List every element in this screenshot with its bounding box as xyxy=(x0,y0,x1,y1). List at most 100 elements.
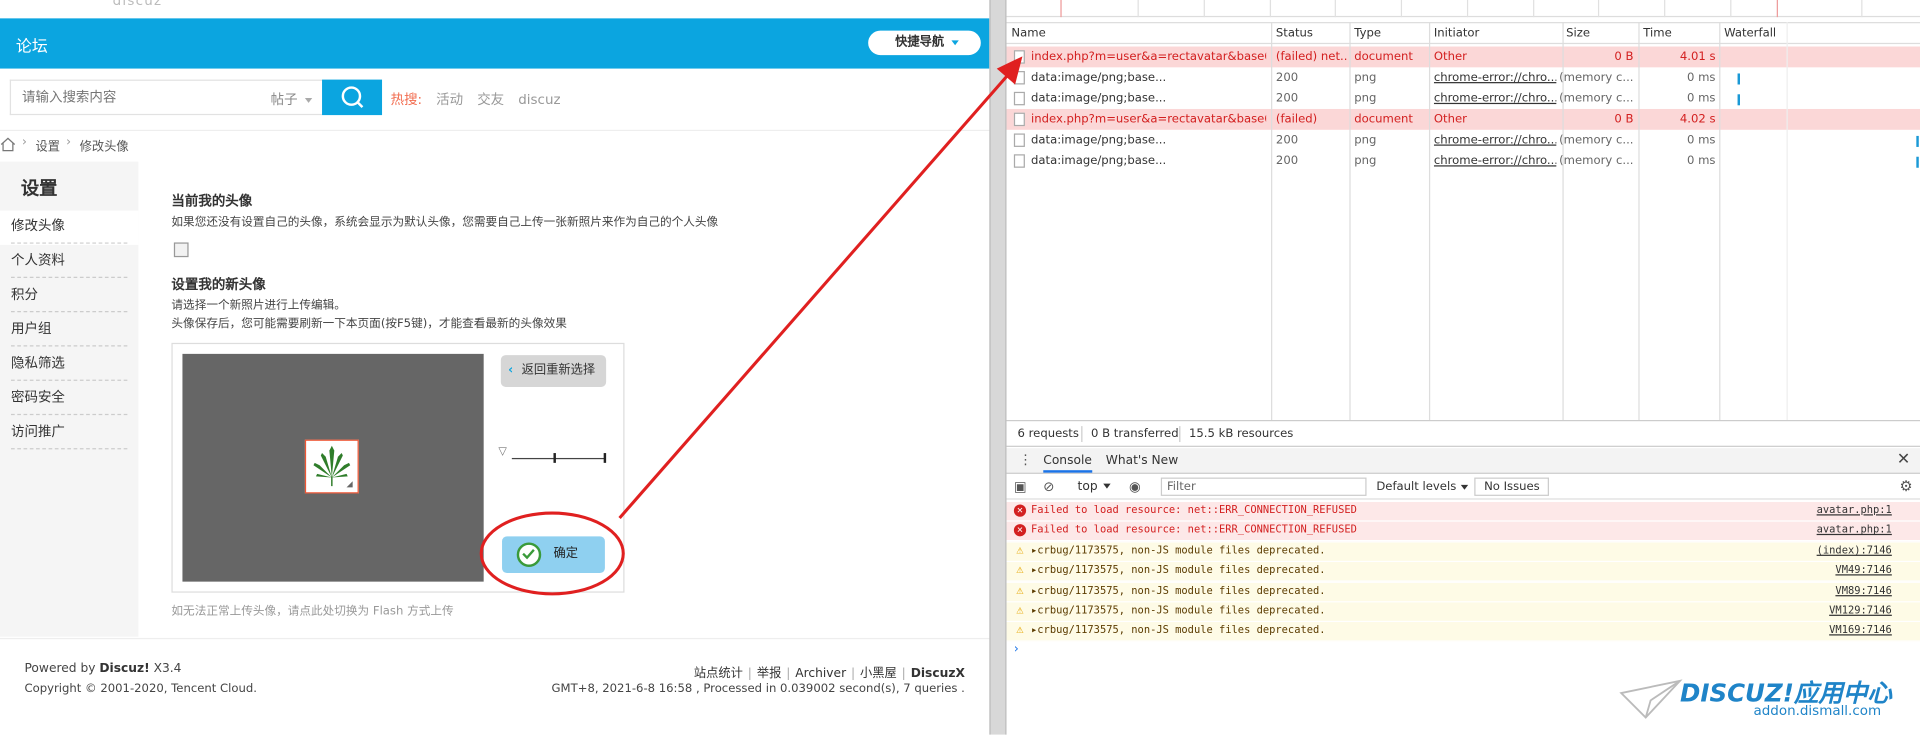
breadcrumb-item[interactable]: 设置 xyxy=(36,136,60,154)
issues-button[interactable]: No Issues xyxy=(1474,477,1550,496)
column-time[interactable]: Time xyxy=(1643,27,1671,40)
powered-by: Powered by Discuz! X3.4 xyxy=(24,662,181,675)
footer-links: 站点统计 | 举报 | Archiver | 小黑屋 | DiscuzX xyxy=(694,662,965,680)
crop-canvas[interactable] xyxy=(182,353,484,582)
search-button[interactable] xyxy=(322,79,383,116)
footer-link[interactable]: 举报 xyxy=(757,667,781,680)
request-initiator[interactable]: chrome-error://chro... xyxy=(1434,154,1556,167)
search-category-select[interactable]: 帖子 xyxy=(271,89,313,109)
request-time: 4.02 s xyxy=(1679,112,1716,127)
message-source-link[interactable]: VM89:7146 xyxy=(1835,585,1891,597)
footer-brand-link[interactable]: DiscuzX xyxy=(911,667,965,680)
timeline-gridline xyxy=(1533,0,1535,18)
network-request-row[interactable]: index.php?m=user&a=rectavatar&base64... (… xyxy=(1006,108,1920,130)
current-avatar-title: 当前我的头像 xyxy=(171,193,253,210)
resources-size: 15.5 kB resources xyxy=(1188,427,1294,441)
sidebar-item-usergroup[interactable]: 用户组 xyxy=(0,313,138,347)
message-source-link[interactable]: (index):7146 xyxy=(1817,545,1892,557)
hot-search-item[interactable]: discuz xyxy=(518,92,560,108)
powered-brand[interactable]: Discuz! xyxy=(99,662,149,675)
request-initiator[interactable]: chrome-error://chro... xyxy=(1434,133,1556,146)
column-name[interactable]: Name xyxy=(1011,27,1045,40)
footer-link[interactable]: 小黑屋 xyxy=(860,667,897,680)
footer-link[interactable]: Archiver xyxy=(795,667,846,680)
timeline-marker xyxy=(1776,0,1778,18)
column-waterfall[interactable]: Waterfall xyxy=(1724,27,1776,40)
sidebar-item-credits[interactable]: 积分 xyxy=(0,279,138,313)
quick-nav-button[interactable]: 快捷导航 xyxy=(868,30,981,56)
request-initiator[interactable]: chrome-error://chro... xyxy=(1434,71,1556,84)
panel-divider[interactable] xyxy=(989,0,1007,735)
request-name[interactable]: data:image/png;base... xyxy=(1031,154,1266,167)
breadcrumb-item[interactable]: 修改头像 xyxy=(80,136,129,154)
close-icon[interactable]: ✕ xyxy=(1897,451,1910,469)
console-prompt[interactable]: › xyxy=(1014,643,1019,656)
request-name[interactable]: data:image/png;base... xyxy=(1031,71,1266,84)
eye-icon[interactable]: ◉ xyxy=(1129,479,1141,495)
tab-whats-new[interactable]: What's New xyxy=(1106,454,1179,467)
new-avatar-note: 头像保存后，您可能需要刷新一下本页面(按F5键)，才能查看最新的头像效果 xyxy=(171,317,567,331)
message-source-link[interactable]: avatar.php:1 xyxy=(1817,504,1892,516)
network-request-row[interactable]: data:image/png;base... 200 png chrome-error… xyxy=(1007,88,1920,109)
sidebar-item-profile[interactable]: 个人资料 xyxy=(0,245,138,279)
message-source-link[interactable]: avatar.php:1 xyxy=(1817,525,1892,537)
request-status: 200 xyxy=(1275,133,1299,147)
request-initiator[interactable]: chrome-error://chro... xyxy=(1434,92,1556,105)
search-input[interactable] xyxy=(22,89,243,106)
slider-handle[interactable] xyxy=(553,453,557,463)
flash-upload-link[interactable]: 如无法正常上传头像，请点此处切换为 Flash 方式上传 xyxy=(171,601,453,618)
message-source-link[interactable]: VM49:7146 xyxy=(1835,565,1891,577)
chevron-right-icon: › xyxy=(66,135,72,150)
message-source-link[interactable]: VM129:7146 xyxy=(1829,605,1892,617)
more-icon[interactable]: ⋮ xyxy=(1019,452,1032,468)
sidebar-toggle-icon[interactable]: ▣ xyxy=(1014,479,1027,495)
screenshot-root: discuz 论坛 快捷导航 帖子 热搜: 活动 交友 discuz › 设置 … xyxy=(0,0,1920,735)
request-name[interactable]: index.php?m=user&a=rectavatar&base64... xyxy=(1031,113,1266,126)
clear-console-icon[interactable]: ⊘ xyxy=(1043,479,1054,495)
sidebar-item-privacy[interactable]: 隐私筛选 xyxy=(0,348,138,382)
console-filter-input[interactable]: Filter xyxy=(1160,477,1367,496)
column-type[interactable]: Type xyxy=(1354,27,1381,40)
console-message[interactable]: ✕ Failed to load resource: net::ERR_CONNE… xyxy=(1006,522,1920,542)
context-select[interactable]: top xyxy=(1078,480,1112,493)
waterfall-bar xyxy=(1737,94,1740,106)
confirm-button[interactable]: 确定 xyxy=(502,536,605,574)
console-message[interactable]: ⚠ ▸crbug/1173575, non-JS module files dep… xyxy=(1006,582,1920,602)
network-request-row[interactable]: index.php?m=user&a=rectavatar&base64... (… xyxy=(1006,46,1920,68)
topbar-title[interactable]: 论坛 xyxy=(16,33,48,56)
gear-icon[interactable]: ⚙ xyxy=(1899,478,1912,495)
sidebar-item-security[interactable]: 密码安全 xyxy=(0,382,138,416)
column-status[interactable]: Status xyxy=(1276,27,1313,40)
request-type: png xyxy=(1354,91,1377,106)
request-name[interactable]: index.php?m=user&a=rectavatar&base64... xyxy=(1031,50,1266,63)
home-icon[interactable] xyxy=(0,137,16,152)
console-message[interactable]: ⚠ ▸crbug/1173575, non-JS module files dep… xyxy=(1006,542,1920,562)
network-request-row[interactable]: data:image/png;base... 200 png chrome-error… xyxy=(1007,151,1920,172)
hot-search-item[interactable]: 交友 xyxy=(477,92,504,108)
sidebar-item-promotion[interactable]: 访问推广 xyxy=(0,416,138,450)
tab-console[interactable]: Console xyxy=(1043,454,1092,473)
network-request-row[interactable]: data:image/png;base... 200 png chrome-error… xyxy=(1007,67,1920,88)
levels-select[interactable]: Default levels xyxy=(1376,480,1469,493)
console-message[interactable]: ⚠ ▸crbug/1173575, non-JS module files dep… xyxy=(1006,602,1920,623)
network-request-row[interactable]: data:image/png;base... 200 png chrome-error… xyxy=(1007,130,1920,151)
broken-image-icon xyxy=(173,242,189,258)
avatar-crop-area[interactable] xyxy=(304,439,359,494)
request-name[interactable]: data:image/png;base... xyxy=(1031,133,1266,146)
column-initiator[interactable]: Initiator xyxy=(1434,27,1479,40)
search-category-label: 帖子 xyxy=(270,91,298,108)
column-size[interactable]: Size xyxy=(1566,27,1590,40)
message-source-link[interactable]: VM169:7146 xyxy=(1829,625,1892,637)
devtools-panel: Name Status Type Initiator Size Time Wat… xyxy=(1006,0,1920,735)
column-divider xyxy=(1786,22,1788,420)
sidebar-item-avatar[interactable]: 修改头像 xyxy=(0,210,139,245)
chevron-right-icon: › xyxy=(22,135,27,150)
console-message[interactable]: ⚠ ▸crbug/1173575, non-JS module files dep… xyxy=(1006,562,1920,582)
reselect-button[interactable]: ‹ 返回重新选择 xyxy=(500,355,607,387)
zoom-slider[interactable]: ▽ xyxy=(498,446,611,466)
hot-search-item[interactable]: 活动 xyxy=(436,92,463,108)
footer-link[interactable]: 站点统计 xyxy=(694,667,743,680)
console-message[interactable]: ⚠ ▸crbug/1173575, non-JS module files dep… xyxy=(1006,622,1920,643)
request-name[interactable]: data:image/png;base... xyxy=(1031,92,1266,105)
console-message[interactable]: ✕ Failed to load resource: net::ERR_CONNE… xyxy=(1006,502,1920,522)
